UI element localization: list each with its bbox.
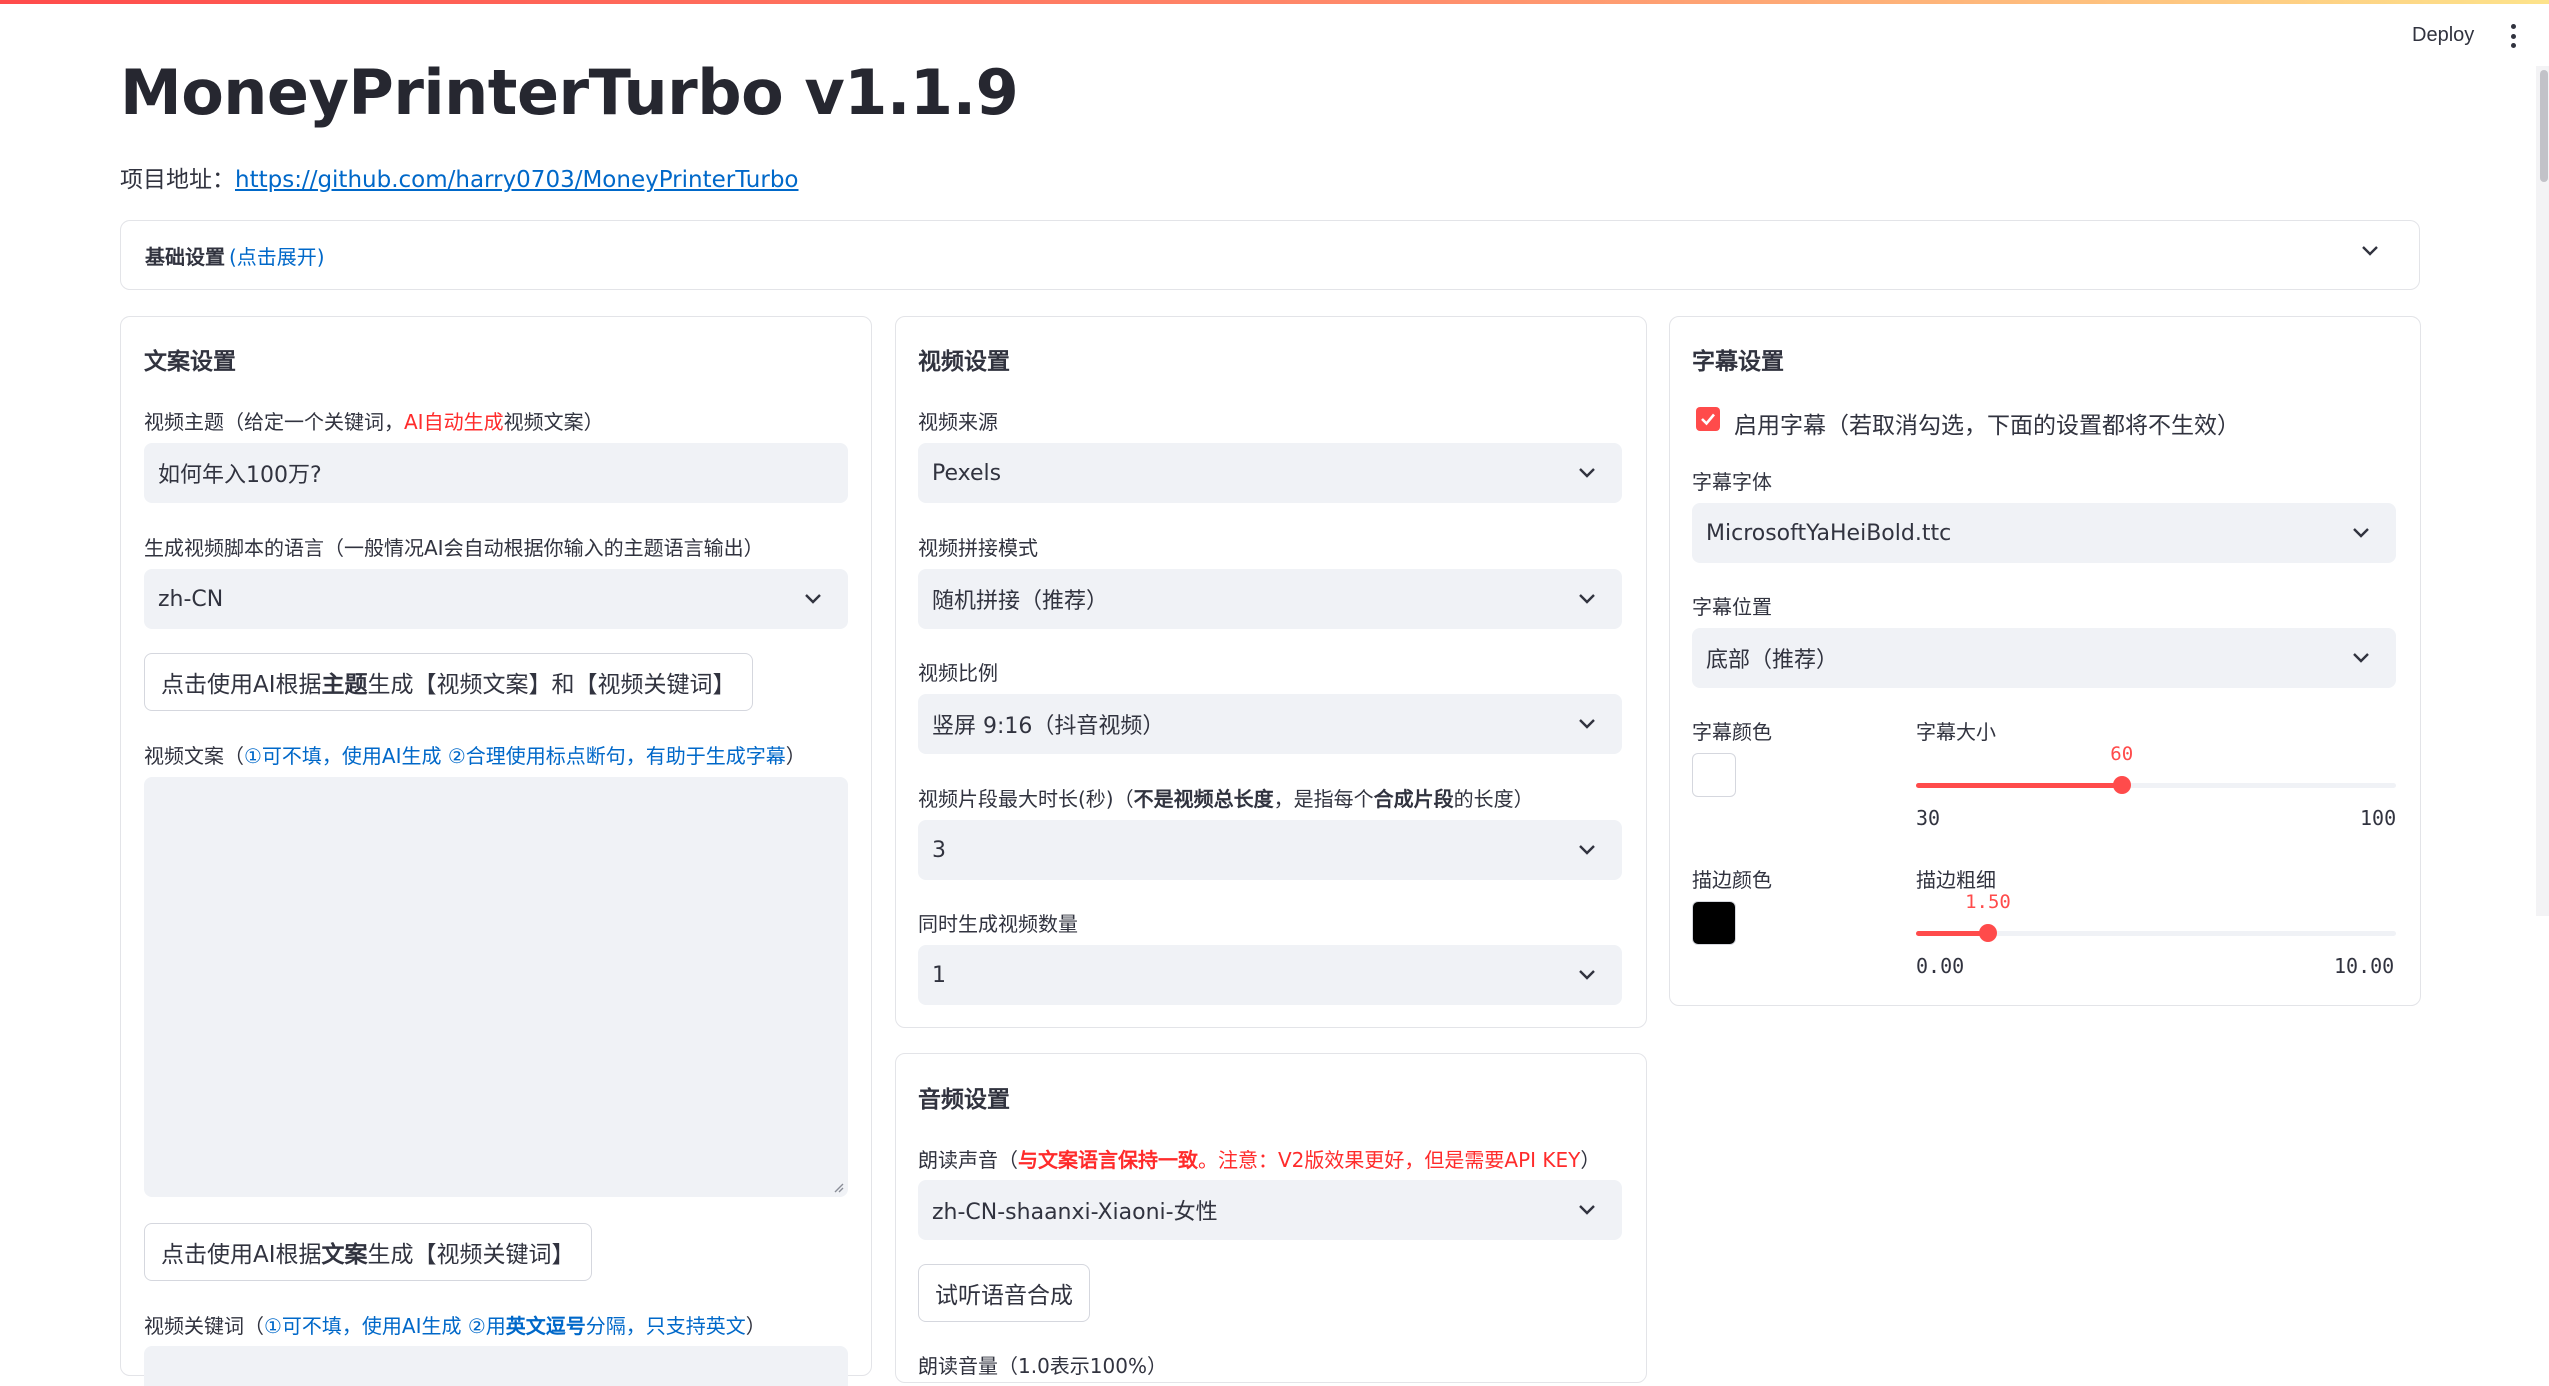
- kebab-menu-icon[interactable]: [2506, 24, 2520, 48]
- test-voice-button[interactable]: 试听语音合成: [918, 1264, 1090, 1322]
- concat-mode-label: 视频拼接模式: [918, 536, 1038, 560]
- chevron-down-icon: [1579, 594, 1595, 604]
- video-count-label: 同时生成视频数量: [918, 912, 1078, 936]
- clip-duration-value: 3: [932, 837, 946, 863]
- video-source-value: Pexels: [932, 460, 1002, 486]
- topic-input[interactable]: 如何年入100万?: [144, 443, 848, 503]
- voice-select-value: zh-CN-shaanxi-Xiaoni-女性: [932, 1200, 1218, 1225]
- repo-line: 项目地址：https://github.com/harry0703/MoneyP…: [120, 160, 799, 194]
- top-accent-bar: [0, 0, 2549, 4]
- keywords-input[interactable]: [144, 1346, 848, 1386]
- scrollbar-thumb[interactable]: [2540, 70, 2548, 182]
- basic-settings-hint: (点击展开): [229, 244, 325, 269]
- video-source-label: 视频来源: [918, 410, 998, 434]
- chevron-down-icon: [1579, 719, 1595, 729]
- subtitle-position-value: 底部（推荐）: [1706, 648, 1839, 673]
- concat-mode-select[interactable]: 随机拼接（推荐）: [918, 569, 1622, 629]
- deploy-button[interactable]: Deploy: [2412, 24, 2474, 47]
- clip-duration-select[interactable]: 3: [918, 820, 1622, 880]
- video-count-select[interactable]: 1: [918, 945, 1622, 1005]
- repo-prefix: 项目地址：: [120, 167, 235, 193]
- script-textarea[interactable]: [144, 777, 848, 1197]
- language-label: 生成视频脚本的语言（一般情况AI会自动根据你输入的主题语言输出）: [144, 536, 764, 560]
- repo-link[interactable]: https://github.com/harry0703/MoneyPrinte…: [235, 167, 799, 193]
- subtitle-size-label: 字幕大小: [1916, 720, 1996, 744]
- subtitle-size-min: 30: [1916, 806, 1941, 830]
- audio-settings-title: 音频设置: [918, 1087, 1010, 1113]
- subtitle-color-picker[interactable]: [1692, 753, 1736, 797]
- chevron-down-icon: [1579, 970, 1595, 980]
- video-count-value: 1: [932, 962, 946, 988]
- chevron-down-icon: [2353, 528, 2369, 538]
- enable-subtitle-checkbox[interactable]: [1696, 407, 1720, 431]
- chevron-down-icon: [1579, 468, 1595, 478]
- topic-label: 视频主题（给定一个关键词，AI自动生成视频文案）: [144, 410, 604, 434]
- stroke-color-label: 描边颜色: [1692, 868, 1772, 892]
- subtitle-size-thumb[interactable]: [2112, 776, 2131, 794]
- subtitle-size-fill: [1916, 783, 2122, 788]
- topic-input-value: 如何年入100万?: [158, 463, 322, 488]
- clip-duration-label: 视频片段最大时长(秒)（不是视频总长度，是指每个合成片段的长度）: [918, 787, 1534, 811]
- stroke-width-thumb[interactable]: [1979, 924, 1997, 942]
- checkmark-icon: [1701, 413, 1715, 426]
- subtitle-font-select[interactable]: MicrosoftYaHeiBold.ttc: [1692, 503, 2396, 563]
- script-label: 视频文案（①可不填，使用AI生成 ②合理使用标点断句，有助于生成字幕）: [144, 744, 806, 768]
- stroke-width-slider[interactable]: 1.50: [1916, 891, 2396, 942]
- subtitle-size-max: 100: [2360, 806, 2397, 830]
- chevron-down-icon: [1579, 845, 1595, 855]
- aspect-ratio-label: 视频比例: [918, 661, 998, 685]
- stroke-width-max: 10.00: [2334, 954, 2395, 978]
- subtitle-color-label: 字幕颜色: [1692, 720, 1772, 744]
- generate-keywords-button[interactable]: 点击使用AI根据 文案 生成【视频关键词】: [144, 1223, 592, 1281]
- keywords-label: 视频关键词（①可不填，使用AI生成 ②用英文逗号分隔，只支持英文）: [144, 1314, 766, 1338]
- subtitle-position-select[interactable]: 底部（推荐）: [1692, 628, 2396, 688]
- video-source-select[interactable]: Pexels: [918, 443, 1622, 503]
- subtitle-font-value: MicrosoftYaHeiBold.ttc: [1706, 520, 1952, 546]
- stroke-width-min: 0.00: [1916, 954, 1965, 978]
- language-select[interactable]: zh-CN: [144, 569, 848, 629]
- volume-label: 朗读音量（1.0表示100%）: [918, 1354, 1167, 1378]
- resize-handle-icon[interactable]: [832, 1181, 844, 1193]
- concat-mode-value: 随机拼接（推荐）: [932, 589, 1109, 614]
- aspect-ratio-select[interactable]: 竖屏 9:16（抖音视频）: [918, 694, 1622, 754]
- page-title: MoneyPrinterTurbo v1.1.9: [120, 56, 1019, 129]
- subtitle-font-label: 字幕字体: [1692, 470, 1772, 494]
- subtitle-size-slider[interactable]: 60: [1916, 743, 2396, 794]
- generate-script-button[interactable]: 点击使用AI根据 主题 生成【视频文案】和【视频关键词】: [144, 653, 753, 711]
- chevron-down-icon: [1579, 1205, 1595, 1215]
- chevron-down-icon: [2353, 653, 2369, 663]
- subtitle-settings-title: 字幕设置: [1692, 349, 1784, 375]
- stroke-width-value: 1.50: [1965, 891, 2011, 913]
- video-settings-title: 视频设置: [918, 349, 1010, 375]
- basic-settings-label: 基础设置: [145, 244, 225, 269]
- chevron-down-icon: [805, 594, 821, 604]
- basic-settings-expander[interactable]: 基础设置 (点击展开): [120, 220, 2420, 290]
- voice-select[interactable]: zh-CN-shaanxi-Xiaoni-女性: [918, 1180, 1622, 1240]
- stroke-width-label: 描边粗细: [1916, 868, 1996, 892]
- subtitle-size-value: 60: [2110, 743, 2134, 765]
- enable-subtitle-label[interactable]: 启用字幕（若取消勾选，下面的设置都将不生效）: [1734, 406, 2240, 440]
- chevron-down-icon: [2362, 246, 2378, 256]
- voice-label: 朗读声音（与文案语言保持一致。注意：V2版效果更好，但是需要API KEY）: [918, 1148, 1601, 1172]
- copy-settings-title: 文案设置: [144, 349, 236, 375]
- scrollbar-track[interactable]: [2536, 66, 2549, 916]
- stroke-width-fill: [1916, 931, 1988, 936]
- stroke-color-picker[interactable]: [1692, 901, 1736, 945]
- aspect-ratio-value: 竖屏 9:16（抖音视频）: [932, 714, 1165, 739]
- subtitle-position-label: 字幕位置: [1692, 595, 1772, 619]
- language-select-value: zh-CN: [158, 586, 224, 612]
